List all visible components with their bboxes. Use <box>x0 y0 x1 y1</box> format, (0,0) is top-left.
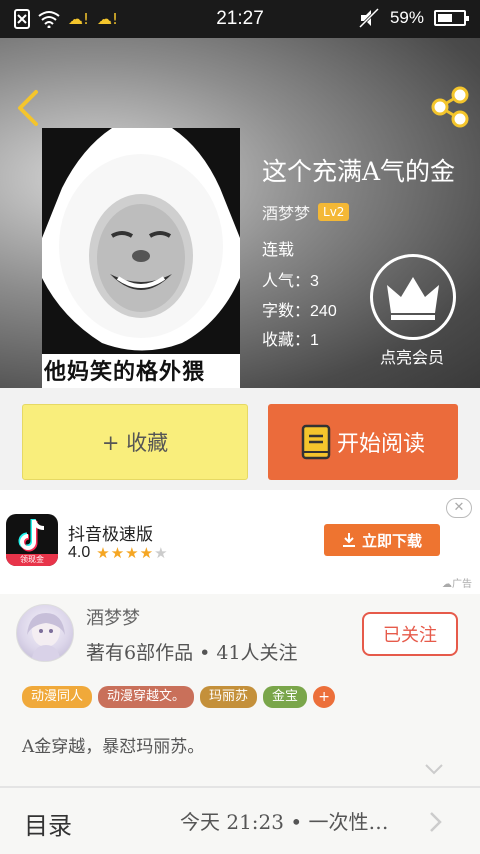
ad-app-name: 抖音极速版 <box>68 525 153 545</box>
book-author[interactable]: 酒梦梦 <box>262 200 310 224</box>
ad-rating-value: 4.0 <box>68 544 91 561</box>
favorites-label: 收藏： <box>262 330 311 349</box>
status-bar: ☁! ☁! 21:27 59% <box>0 0 480 38</box>
cover-caption: 他妈笑的格外猥 <box>44 359 206 385</box>
back-arrow-icon[interactable] <box>14 88 42 128</box>
book-intro: A金穿越，暴怼玛丽苏。 <box>22 737 205 757</box>
download-icon <box>342 533 355 547</box>
add-tag-button[interactable]: + <box>313 686 336 708</box>
status-icons-right: 59% <box>358 8 469 28</box>
follow-button[interactable]: 已关注 <box>362 612 458 656</box>
start-reading-button[interactable]: 开始阅读 <box>268 404 458 480</box>
author-name[interactable]: 酒梦梦 <box>86 604 140 630</box>
logo-badge: 领现金 <box>6 554 58 566</box>
avatar[interactable] <box>16 604 74 662</box>
tag-list: 动漫同人 动漫穿越文。 玛丽苏 金宝 + <box>22 686 336 708</box>
toc-latest-chapter[interactable]: 今天 21:23 • 一次性… <box>180 806 389 835</box>
favorites-value: 1 <box>310 332 319 349</box>
star-icon: ★ <box>139 544 155 562</box>
ad-mark: ☁广告 <box>442 579 472 590</box>
ad-mark-label: 广告 <box>452 579 472 590</box>
battery-percent: 59% <box>389 8 424 27</box>
divider <box>0 786 480 788</box>
vip-label: 点亮会员 <box>379 348 444 367</box>
ad-download-button[interactable]: 立即下载 <box>324 524 440 556</box>
panda-meme-image <box>42 128 240 354</box>
ad-rating: 4.0 ★★★★★ <box>68 544 169 562</box>
popularity-value: 3 <box>310 273 319 290</box>
star-icon: ★ <box>125 544 140 562</box>
star-icon: ★ <box>154 544 169 562</box>
author-level-badge: Lv2 <box>318 203 350 221</box>
tag-item[interactable]: 动漫同人 <box>22 686 93 708</box>
avatar-illustration <box>27 613 65 661</box>
battery-icon <box>434 10 469 26</box>
star-icon: ★ <box>110 544 126 562</box>
collect-label: + 收藏 <box>101 431 169 455</box>
author-card: 酒梦梦 著有6部作品 • 41人关注 已关注 动漫同人 动漫穿越文。 玛丽苏 金… <box>0 594 480 854</box>
chevron-down-icon[interactable] <box>424 762 444 776</box>
book-popularity: 人气：3 <box>262 267 319 291</box>
crown-icon <box>387 277 439 320</box>
toc-label[interactable]: 目录 <box>24 806 72 841</box>
music-note-icon <box>18 519 45 552</box>
book-header: 他妈笑的格外猥 这个充满A气的金 酒梦梦 Lv2 连载 人气：3 字数：240 … <box>0 38 480 388</box>
chevron-right-icon[interactable] <box>428 810 444 834</box>
ad-banner[interactable]: 领现金 抖音极速版 4.0 ★★★★★ 立即下载 ✕ ☁广告 <box>0 490 480 594</box>
book-word-count: 字数：240 <box>262 297 337 321</box>
vip-crown-button[interactable] <box>370 254 456 340</box>
battery-fill <box>438 14 452 22</box>
words-value: 240 <box>310 303 337 320</box>
book-cover[interactable]: 他妈笑的格外猥 <box>42 128 240 388</box>
book-favorites: 收藏：1 <box>262 326 319 350</box>
star-icon: ★ <box>96 544 111 562</box>
book-icon <box>301 424 331 460</box>
ad-download-label: 立即下载 <box>361 531 422 550</box>
book-author-row: 酒梦梦 Lv2 <box>262 200 350 224</box>
action-bar: + 收藏 开始阅读 <box>0 388 480 490</box>
author-stats: 著有6部作品 • 41人关注 <box>86 642 298 664</box>
ad-close-button[interactable]: ✕ <box>446 498 472 518</box>
douyin-logo: 领现金 <box>6 514 58 566</box>
tag-item[interactable]: 金宝 <box>263 686 308 708</box>
words-label: 字数： <box>262 301 311 320</box>
book-title: 这个充满A气的金 <box>262 157 456 186</box>
start-reading-label: 开始阅读 <box>336 432 425 457</box>
popularity-label: 人气： <box>262 271 311 290</box>
rating-stars: ★★★★★ <box>96 544 168 562</box>
tag-item[interactable]: 动漫穿越文。 <box>98 686 195 708</box>
collect-button[interactable]: + 收藏 <box>22 404 248 480</box>
share-icon[interactable] <box>430 86 470 128</box>
book-status: 连载 <box>262 240 295 259</box>
mute-icon <box>358 8 380 28</box>
tag-item[interactable]: 玛丽苏 <box>200 686 258 708</box>
